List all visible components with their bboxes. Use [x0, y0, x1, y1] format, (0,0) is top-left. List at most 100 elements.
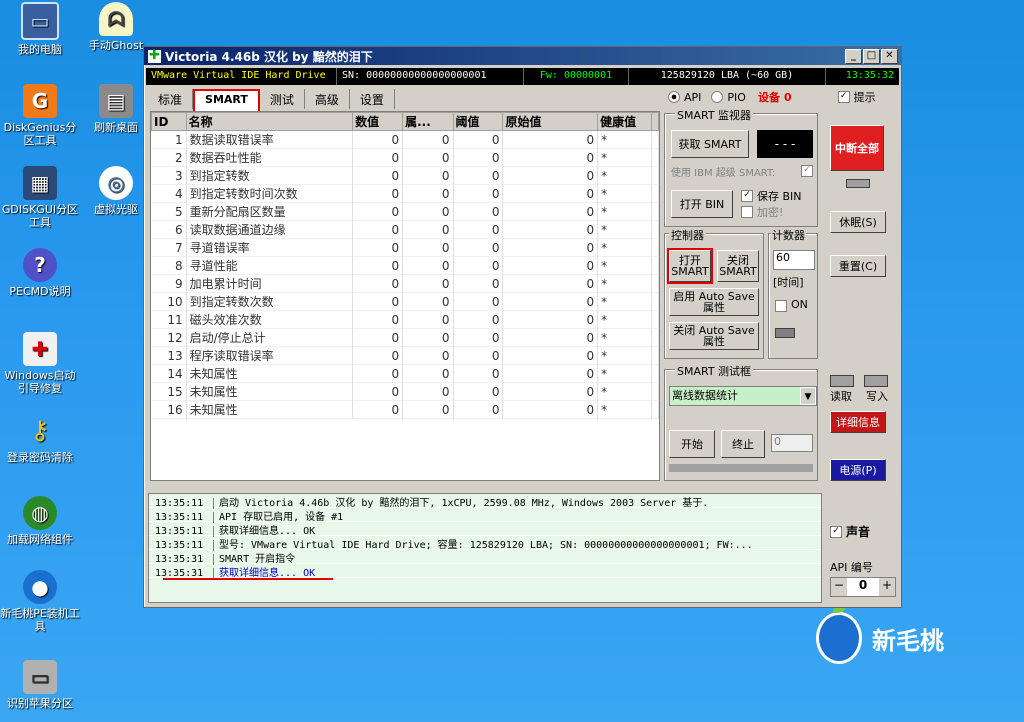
counter-input[interactable]: 60 [773, 250, 815, 270]
table-row[interactable]: 13 程序读取错误率 0 0 0 0 * [151, 346, 659, 365]
table-row[interactable]: 10 到指定转数次数 0 0 0 0 * [151, 292, 659, 311]
table-row[interactable]: 2 数据吞吐性能 0 0 0 0 * [151, 148, 659, 167]
details-button[interactable]: 详细信息 [830, 411, 886, 433]
drive-name[interactable]: VMware Virtual IDE Hard Drive [146, 68, 337, 85]
api-radio[interactable] [668, 91, 680, 103]
get-smart-button[interactable]: 获取 SMART [671, 130, 749, 158]
device-value[interactable]: 0 [784, 91, 792, 104]
column-header[interactable]: 数值 [352, 112, 404, 131]
smart-test-panel: SMART 测试框 离线数据统计 ▼ 开始 终止 0 [664, 363, 818, 481]
table-cell: 9 [151, 274, 187, 293]
table-cell: 1 [151, 130, 187, 149]
column-header[interactable]: 原始值 [502, 112, 599, 131]
minus-button[interactable]: − [831, 578, 847, 596]
table-cell: 0 [352, 184, 404, 203]
windows-boot-repair-desk-icon[interactable]: ✚ Windows启动引导修复 [0, 332, 80, 395]
table-row[interactable]: 1 数据读取错误率 0 0 0 0 * [151, 130, 659, 149]
open-bin-button[interactable]: 打开 BIN [671, 190, 733, 218]
open-smart-button[interactable]: 打开 SMART [667, 248, 713, 284]
table-cell: 0 [502, 238, 599, 257]
reset-button[interactable]: 重置(C) [830, 255, 886, 277]
table-cell-filler [651, 274, 659, 293]
close-smart-button[interactable]: 关闭 SMART [717, 250, 759, 282]
sleep-button[interactable]: 休眠(S) [830, 211, 886, 233]
hint-checkbox[interactable]: ✓ [837, 91, 850, 103]
tab-settings[interactable]: 设置 [350, 89, 395, 109]
pecmd-desk-icon[interactable]: ? PECMD说明 [0, 248, 80, 298]
test-progress-input[interactable]: 0 [771, 434, 813, 452]
sound-toggle[interactable]: ✓ 声音 [830, 523, 870, 540]
minimize-button[interactable]: _ [845, 48, 862, 64]
table-cell: 6 [151, 220, 187, 239]
tab-advanced[interactable]: 高级 [305, 89, 350, 109]
network-desk-icon[interactable]: ◍ 加载网络组件 [0, 496, 80, 546]
sound-checkbox[interactable]: ✓ [830, 525, 842, 538]
test-type-select[interactable]: 离线数据统计 ▼ [669, 386, 817, 406]
table-row[interactable]: 15 未知属性 0 0 0 0 * [151, 382, 659, 401]
table-row[interactable]: 9 加电累计时间 0 0 0 0 * [151, 274, 659, 293]
counter-on-checkbox[interactable] [775, 300, 787, 312]
table-cell: 0 [402, 148, 454, 167]
power-button[interactable]: 电源(P) [830, 459, 886, 481]
table-row[interactable]: 16 未知属性 0 0 0 0 * [151, 400, 659, 419]
table-row[interactable]: 14 未知属性 0 0 0 0 * [151, 364, 659, 383]
red-underline [163, 578, 333, 580]
diskgenius-desk-icon[interactable]: G DiskGenius分区工具 [0, 84, 80, 147]
chevron-down-icon[interactable]: ▼ [800, 387, 816, 405]
table-row[interactable]: 3 到指定转数 0 0 0 0 * [151, 166, 659, 185]
save-bin-checkbox[interactable]: ✓ [741, 190, 753, 202]
device-label: 设备 [757, 91, 780, 104]
column-header[interactable]: 属... [402, 112, 454, 131]
table-cell: 0 [402, 184, 454, 203]
table-cell: 0 [502, 310, 599, 329]
table-cell: 11 [151, 310, 187, 329]
use-ibm-checkbox[interactable]: ✓ [801, 165, 813, 177]
table-cell: 16 [151, 400, 187, 419]
start-test-button[interactable]: 开始 [669, 430, 715, 458]
break-all-button[interactable]: 中断全部 [830, 125, 884, 171]
table-row[interactable]: 5 重新分配扇区数量 0 0 0 0 * [151, 202, 659, 221]
enable-auto-save-button[interactable]: 启用 Auto Save 属性 [669, 288, 759, 316]
table-row[interactable]: 4 到指定转数时间次数 0 0 0 0 * [151, 184, 659, 203]
table-cell: 0 [502, 256, 599, 275]
table-cell: 0 [502, 220, 599, 239]
api-number-stepper[interactable]: − 0 + [830, 577, 896, 597]
pio-radio[interactable] [711, 91, 724, 103]
table-row[interactable]: 11 磁头效准次数 0 0 0 0 * [151, 310, 659, 329]
controller-panel: 控制器 打开 SMART 关闭 SMART 启用 Auto Save 属性 关闭… [664, 227, 764, 359]
table-cell: 0 [352, 400, 404, 419]
ghost-desk-icon[interactable]: ᗣ 手动Ghost [76, 2, 156, 52]
tab-standard[interactable]: 标准 [148, 89, 194, 109]
gdiskgui-desk-icon[interactable]: ▦ GDISKGUI分区工具 [0, 166, 80, 229]
table-row[interactable]: 8 寻道性能 0 0 0 0 * [151, 256, 659, 275]
table-row[interactable]: 7 寻道错误率 0 0 0 0 * [151, 238, 659, 257]
close-button[interactable]: ✕ [881, 48, 898, 64]
stop-test-button[interactable]: 终止 [721, 430, 765, 458]
maximize-button[interactable]: □ [863, 48, 880, 64]
table-cell: 15 [151, 382, 187, 401]
column-header[interactable]: 阈值 [452, 112, 504, 131]
plus-button[interactable]: + [879, 578, 895, 596]
table-cell: * [597, 256, 652, 275]
xinmaotao-desk-icon[interactable]: ● 新毛桃PE装机工具 [0, 570, 80, 633]
tab-smart[interactable]: SMART [193, 89, 260, 113]
log-line: 13:35:11 启动 Victoria 4.46b 汉化 by 黯然的泪下, 1… [149, 494, 821, 509]
my-computer-icon[interactable]: ▭ 我的电脑 [0, 2, 80, 56]
brand-logo: 新毛桃 [816, 603, 944, 664]
api-number-value[interactable]: 0 [847, 578, 879, 596]
table-cell-filler [651, 256, 659, 275]
disable-auto-save-button[interactable]: 关闭 Auto Save 属性 [669, 322, 759, 350]
encrypt-checkbox[interactable] [741, 206, 753, 218]
table-row[interactable]: 6 读取数据通道边缘 0 0 0 0 * [151, 220, 659, 239]
table-cell: 读取数据通道边缘 [186, 220, 354, 239]
column-header[interactable]: 名称 [185, 112, 354, 131]
title-bar[interactable]: ✚ Victoria 4.46b 汉化 by 黯然的泪下 _ □ ✕ [144, 47, 901, 65]
apple-partition-desk-icon[interactable]: ▭ 识别苹果分区 [0, 660, 80, 710]
table-cell: 0 [352, 274, 404, 293]
password-clear-desk-icon[interactable]: ⚷ 登录密码清除 [0, 414, 80, 465]
tab-test[interactable]: 测试 [260, 89, 305, 109]
table-row[interactable]: 12 启动/停止总计 0 0 0 0 * [151, 328, 659, 347]
column-header[interactable]: ID [151, 112, 187, 131]
column-header[interactable]: 健康值 [597, 112, 652, 131]
log-panel[interactable]: 13:35:11 启动 Victoria 4.46b 汉化 by 黯然的泪下, 1… [148, 493, 822, 603]
